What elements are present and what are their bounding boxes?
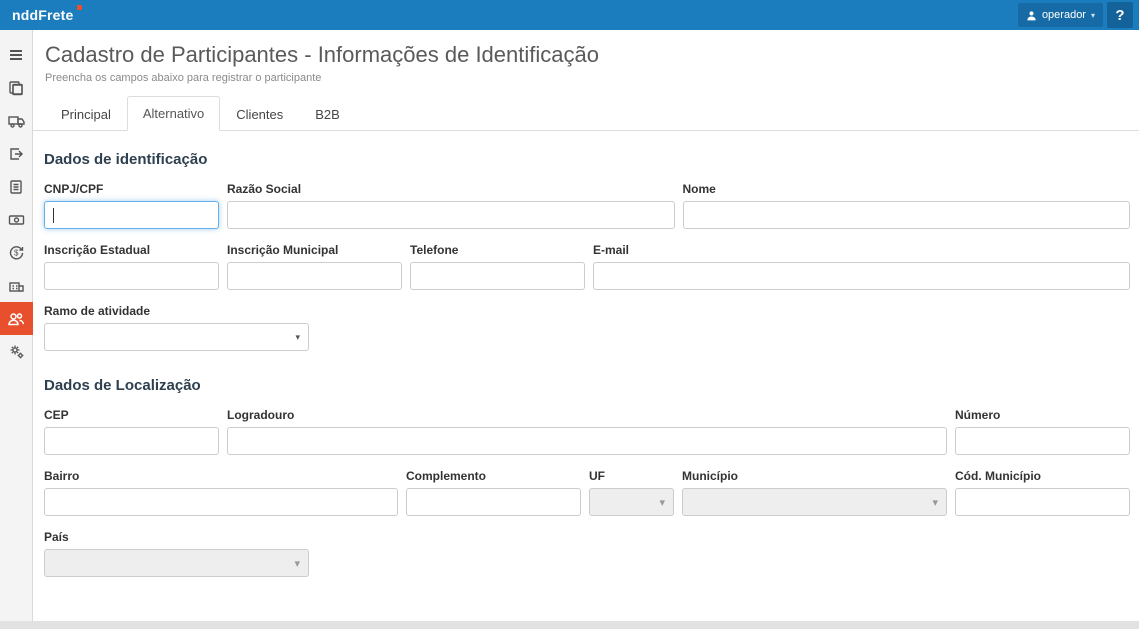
select-chevron-icon: ▾ [659, 496, 665, 509]
app-logo-text: nddFrete [12, 7, 74, 23]
field-logradouro: Logradouro [227, 408, 947, 455]
chevron-down-icon: ▾ [1091, 11, 1095, 20]
select-chevron-icon: ▾ [932, 496, 938, 509]
field-pais: País ▾ [44, 530, 309, 577]
nome-input[interactable] [683, 201, 1131, 229]
help-button[interactable]: ? [1107, 2, 1133, 28]
select-chevron-icon: ▾ [295, 332, 300, 343]
field-inscricao-estadual: Inscrição Estadual [44, 243, 219, 290]
complemento-label: Complemento [406, 469, 581, 483]
select-chevron-icon: ▾ [294, 557, 300, 570]
telefone-input[interactable] [410, 262, 585, 290]
uf-label: UF [589, 469, 674, 483]
app-logo: nddFrete [12, 7, 82, 23]
section-title-localizacao: Dados de Localização [44, 377, 1130, 394]
money-sync-icon[interactable]: $ [0, 236, 33, 269]
tab-alternativo[interactable]: Alternativo [127, 96, 220, 131]
settings-icon[interactable] [0, 335, 33, 368]
form-row-2: Inscrição Estadual Inscrição Municipal T… [44, 243, 1130, 290]
form-row-1: CNPJ/CPF Razão Social Nome [44, 182, 1130, 229]
nome-label: Nome [683, 182, 1131, 196]
pais-select[interactable]: ▾ [44, 549, 309, 577]
municipio-label: Município [682, 469, 947, 483]
company-icon[interactable] [0, 269, 33, 302]
ramo-atividade-label: Ramo de atividade [44, 304, 309, 318]
razao-social-input[interactable] [227, 201, 675, 229]
form-row-4: CEP Logradouro Número [44, 408, 1130, 455]
email-input[interactable] [593, 262, 1130, 290]
logradouro-label: Logradouro [227, 408, 947, 422]
user-icon [1026, 10, 1037, 21]
tab-bar: Principal Alternativo Clientes B2B [33, 96, 1139, 131]
tab-b2b[interactable]: B2B [299, 97, 356, 131]
cod-municipio-label: Cód. Município [955, 469, 1130, 483]
field-cep: CEP [44, 408, 219, 455]
bairro-input[interactable] [44, 488, 398, 516]
field-razao-social: Razão Social [227, 182, 675, 229]
field-telefone: Telefone [410, 243, 585, 290]
inscricao-municipal-label: Inscrição Municipal [227, 243, 402, 257]
ramo-atividade-select[interactable]: ▾ [44, 323, 309, 351]
cnpj-cpf-label: CNPJ/CPF [44, 182, 219, 196]
cep-input[interactable] [44, 427, 219, 455]
bairro-label: Bairro [44, 469, 398, 483]
form-area: Dados de identificação CNPJ/CPF Razão So… [33, 131, 1139, 577]
field-nome: Nome [683, 182, 1131, 229]
cnpj-cpf-input[interactable] [44, 201, 219, 229]
svg-text:$: $ [14, 249, 19, 258]
inscricao-municipal-input[interactable] [227, 262, 402, 290]
uf-select[interactable]: ▾ [589, 488, 674, 516]
topbar: nddFrete operador ▾ ? [0, 0, 1139, 30]
complemento-input[interactable] [406, 488, 581, 516]
cep-label: CEP [44, 408, 219, 422]
field-email: E-mail [593, 243, 1130, 290]
banknote-icon[interactable] [0, 203, 33, 236]
tab-principal[interactable]: Principal [45, 97, 127, 131]
form-row-3: Ramo de atividade ▾ [44, 304, 1130, 351]
field-inscricao-municipal: Inscrição Municipal [227, 243, 402, 290]
user-menu-label: operador [1042, 9, 1086, 21]
main-content: Cadastro de Participantes - Informações … [33, 30, 1139, 621]
page-title: Cadastro de Participantes - Informações … [45, 42, 1127, 68]
help-button-label: ? [1115, 7, 1124, 24]
page-header: Cadastro de Participantes - Informações … [33, 30, 1139, 84]
field-cod-municipio: Cód. Município [955, 469, 1130, 516]
field-ramo-atividade: Ramo de atividade ▾ [44, 304, 309, 351]
cod-municipio-input[interactable] [955, 488, 1130, 516]
sidebar: $ [0, 30, 33, 621]
section-title-identificacao: Dados de identificação [44, 151, 1130, 168]
menu-icon[interactable] [0, 38, 33, 71]
participants-icon[interactable] [0, 302, 33, 335]
municipio-select[interactable]: ▾ [682, 488, 947, 516]
footer-strip [0, 621, 1139, 629]
export-icon[interactable] [0, 137, 33, 170]
email-label: E-mail [593, 243, 1130, 257]
pais-label: País [44, 530, 309, 544]
numero-input[interactable] [955, 427, 1130, 455]
field-numero: Número [955, 408, 1130, 455]
inscricao-estadual-input[interactable] [44, 262, 219, 290]
logo-flag-icon [77, 5, 82, 10]
truck-icon[interactable] [0, 104, 33, 137]
document-icon[interactable] [0, 170, 33, 203]
field-bairro: Bairro [44, 469, 398, 516]
razao-social-label: Razão Social [227, 182, 675, 196]
topbar-right: operador ▾ ? [1018, 0, 1133, 30]
logradouro-input[interactable] [227, 427, 947, 455]
form-row-6: País ▾ [44, 530, 1130, 577]
inscricao-estadual-label: Inscrição Estadual [44, 243, 219, 257]
text-cursor [53, 208, 54, 223]
field-cnpj-cpf: CNPJ/CPF [44, 182, 219, 229]
numero-label: Número [955, 408, 1130, 422]
form-row-5: Bairro Complemento UF ▾ Município [44, 469, 1130, 516]
user-menu-button[interactable]: operador ▾ [1018, 3, 1103, 27]
tab-clientes[interactable]: Clientes [220, 97, 299, 131]
telefone-label: Telefone [410, 243, 585, 257]
field-uf: UF ▾ [589, 469, 674, 516]
page-subtitle: Preencha os campos abaixo para registrar… [45, 72, 1127, 84]
field-municipio: Município ▾ [682, 469, 947, 516]
field-complemento: Complemento [406, 469, 581, 516]
copy-icon[interactable] [0, 71, 33, 104]
